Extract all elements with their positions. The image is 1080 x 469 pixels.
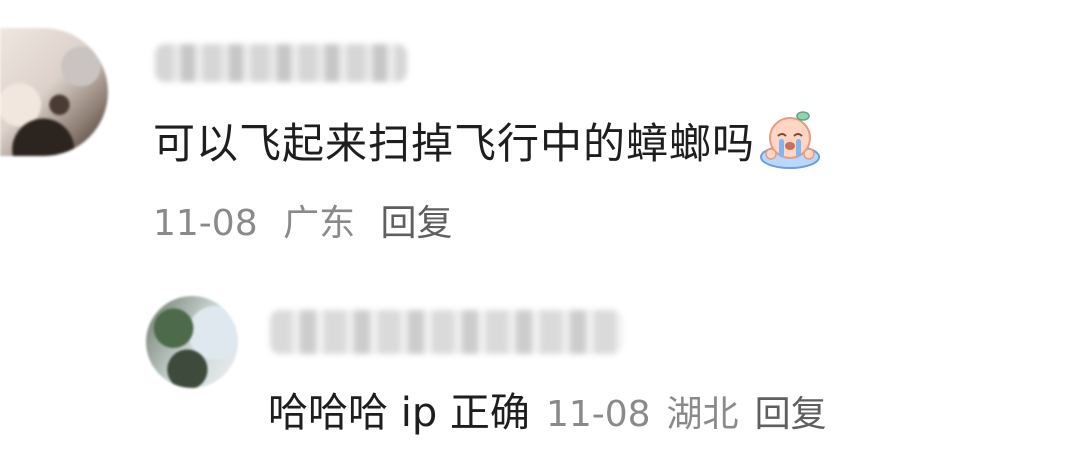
avatar[interactable] xyxy=(0,28,108,156)
comment-date: 11-08 xyxy=(153,203,258,244)
reply-text: 哈哈哈 ip 正确 xyxy=(268,390,530,436)
comment-location: 广东 xyxy=(283,203,356,244)
comment-text: 可以飞起来扫掉飞行中的蟑螂吗 xyxy=(153,110,821,172)
author-name-blurred[interactable] xyxy=(155,44,407,82)
reply-button[interactable]: 回复 xyxy=(755,394,827,435)
reply-line: 哈哈哈 ip 正确 11-08 湖北 回复 xyxy=(268,386,827,442)
reply-date: 11-08 xyxy=(545,394,651,435)
author-name-blurred[interactable] xyxy=(270,310,622,354)
reply-button[interactable]: 回复 xyxy=(381,203,453,244)
avatar[interactable] xyxy=(146,296,238,388)
comment-meta: 11-08 广东 回复 xyxy=(153,200,453,248)
reply-location: 湖北 xyxy=(666,394,739,435)
crying-emoji-icon xyxy=(759,110,821,170)
comment-body: 可以飞起来扫掉飞行中的蟑螂吗 xyxy=(153,119,756,168)
